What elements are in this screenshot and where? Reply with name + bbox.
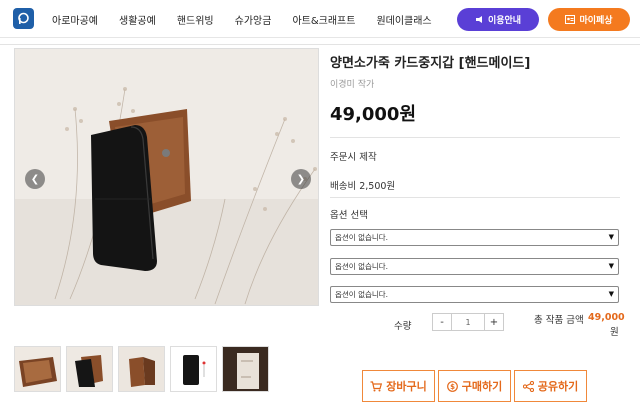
info-divider-2 bbox=[330, 197, 620, 198]
buy-now-button[interactable]: $ 구매하기 bbox=[438, 370, 511, 402]
mypage-button-label: 마이페상 bbox=[579, 16, 613, 26]
header-divider bbox=[0, 44, 640, 45]
shipping-info: 배송비 2,500원 bbox=[330, 181, 396, 192]
product-title: 양면소가죽 카드중지갑 [핸드메이드] bbox=[330, 56, 531, 71]
add-to-cart-label: 장바구니 bbox=[386, 380, 427, 393]
guide-button-label: 이용안내 bbox=[487, 16, 522, 26]
share-icon bbox=[522, 380, 534, 392]
thumb-wallet-side bbox=[119, 347, 164, 391]
thumbnail-4[interactable] bbox=[170, 346, 217, 392]
guide-button[interactable]: 이용안내 bbox=[457, 8, 539, 31]
nav-item-sugar-angeum[interactable]: 슈가앙금 bbox=[235, 12, 272, 27]
prev-image-button[interactable]: ❮ bbox=[25, 169, 45, 189]
add-to-cart-button[interactable]: 장바구니 bbox=[362, 370, 435, 402]
quantity-label: 수량 bbox=[394, 321, 412, 332]
thumbnail-3[interactable] bbox=[118, 346, 165, 392]
option-select-2-value: 옵션이 없습니다. bbox=[335, 262, 389, 271]
nav-item-oneday-class[interactable]: 원데이클래스 bbox=[376, 12, 431, 27]
share-button[interactable]: 공유하기 bbox=[514, 370, 587, 402]
main-nav: 아로마공예 생활공예 핸드위빙 슈가앙금 아트&크래프트 원데이클래스 bbox=[52, 0, 453, 38]
option-select-3[interactable]: 옵션이 없습니다. ▼ bbox=[330, 286, 619, 303]
thumbnail-strip bbox=[14, 346, 269, 392]
share-label: 공유하기 bbox=[537, 380, 579, 393]
quantity-stepper: - 1 + bbox=[432, 313, 504, 331]
megaphone-icon bbox=[475, 16, 482, 23]
option-select-2[interactable]: 옵션이 없습니다. ▼ bbox=[330, 258, 619, 275]
total-price-unit: 원 bbox=[610, 327, 619, 338]
svg-text:$: $ bbox=[450, 383, 455, 391]
thumbnail-5[interactable] bbox=[222, 346, 269, 392]
quantity-plus-button[interactable]: + bbox=[484, 313, 504, 331]
option-label: 옵션 선택 bbox=[330, 210, 368, 221]
mypage-button[interactable]: 마이페상 bbox=[548, 8, 630, 31]
total-price-label: 총 작품 금액 bbox=[534, 315, 584, 326]
wallet-photo bbox=[15, 49, 318, 305]
thumb-wallet-card bbox=[223, 347, 268, 391]
site-logo[interactable] bbox=[13, 8, 34, 29]
thumb-wallet-open bbox=[15, 347, 60, 391]
production-info: 주문시 제작 bbox=[330, 152, 377, 163]
thumbnail-1[interactable] bbox=[14, 346, 61, 392]
buy-now-label: 구매하기 bbox=[461, 380, 503, 393]
chevron-down-icon: ▼ bbox=[608, 233, 614, 241]
option-select-1[interactable]: 옵션이 없습니다. ▼ bbox=[330, 229, 619, 246]
cart-icon bbox=[370, 380, 383, 391]
option-select-1-value: 옵션이 없습니다. bbox=[335, 233, 389, 242]
nav-item-art-craft[interactable]: 아트&크래프트 bbox=[292, 12, 355, 27]
product-price: 49,000원 bbox=[330, 104, 417, 125]
info-divider-1 bbox=[330, 137, 620, 138]
product-author[interactable]: 이경미 작가 bbox=[330, 77, 374, 90]
product-main-image: ❮ ❯ bbox=[14, 48, 319, 306]
chevron-down-icon: ▼ bbox=[608, 290, 614, 298]
quantity-input[interactable]: 1 bbox=[452, 313, 484, 331]
thumb-wallet-flat bbox=[171, 347, 216, 391]
user-card-icon bbox=[565, 15, 576, 24]
total-price-value: 49,000 bbox=[588, 312, 625, 323]
nav-item-living-craft[interactable]: 생활공예 bbox=[119, 12, 156, 27]
option-select-3-value: 옵션이 없습니다. bbox=[335, 290, 389, 299]
chevron-right-icon: ❯ bbox=[296, 173, 306, 185]
logo-icon bbox=[18, 12, 29, 24]
nav-item-aroma[interactable]: 아로마공예 bbox=[52, 12, 98, 27]
thumb-wallet-black bbox=[67, 347, 112, 391]
site-header: 아로마공예 생활공예 핸드위빙 슈가앙금 아트&크래프트 원데이클래스 이용안내… bbox=[0, 0, 640, 38]
thumbnail-2[interactable] bbox=[66, 346, 113, 392]
chevron-down-icon: ▼ bbox=[608, 262, 614, 270]
quantity-minus-button[interactable]: - bbox=[432, 313, 452, 331]
next-image-button[interactable]: ❯ bbox=[291, 169, 311, 189]
coin-icon: $ bbox=[446, 380, 458, 392]
chevron-left-icon: ❮ bbox=[30, 173, 40, 185]
nav-item-hand-weaving[interactable]: 핸드위빙 bbox=[177, 12, 214, 27]
